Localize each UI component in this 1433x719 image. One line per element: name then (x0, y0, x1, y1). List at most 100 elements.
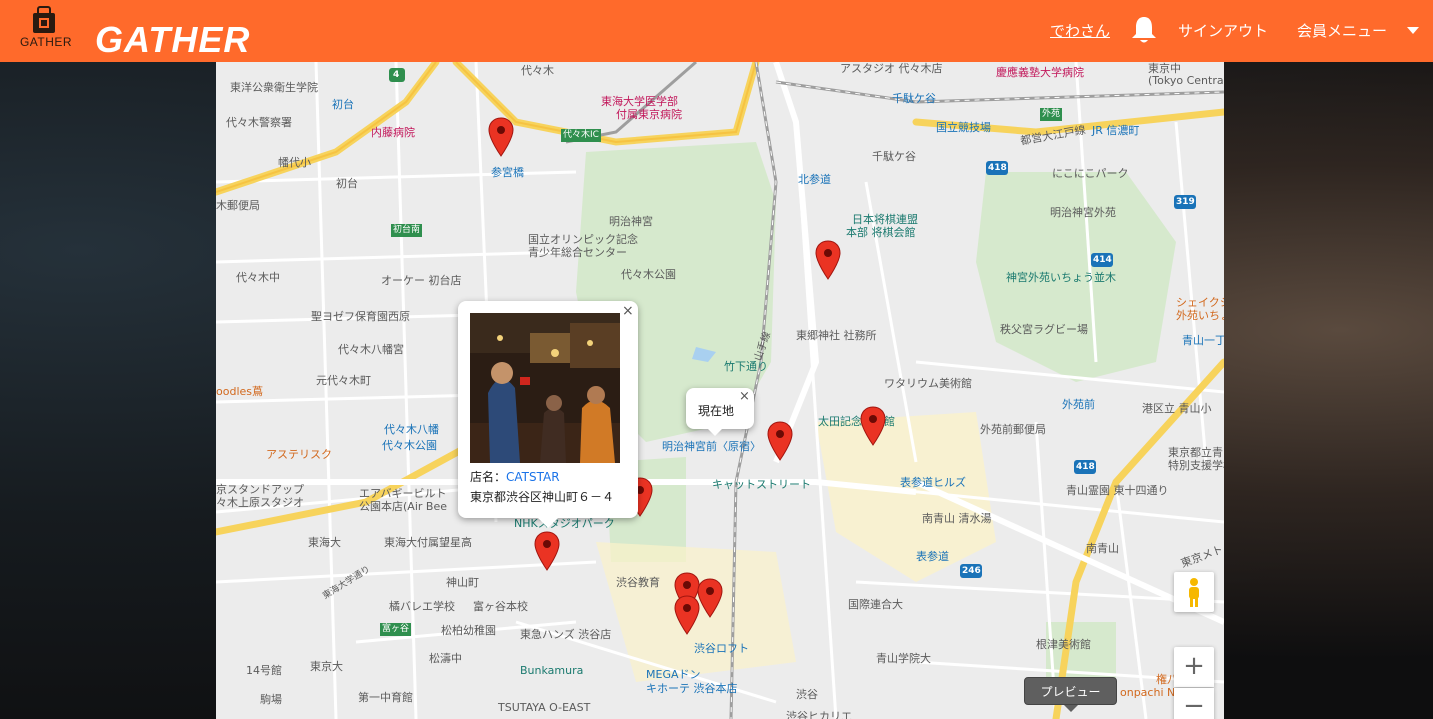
map-label: 代々木 (521, 64, 554, 77)
shop-info-window: × 店名：CATSTAR 東京都渋谷区神山町６－４ (458, 301, 638, 518)
map-label: 渋谷教育 (616, 576, 660, 589)
signout-link[interactable]: サインアウト (1178, 20, 1268, 41)
shop-name-label: 店名： (470, 470, 507, 484)
map-label: 渋谷 (796, 688, 818, 701)
map-label: 青少年総合センター (528, 246, 627, 259)
map-label: 千駄ケ谷 (892, 92, 936, 105)
brand-title[interactable]: GATHER (95, 20, 250, 60)
map-label: アステリスク (266, 448, 332, 461)
map-label: 外苑前 (1062, 398, 1095, 411)
map-label: 聖ヨゼフ保育園西原 (311, 310, 410, 323)
shop-marker[interactable] (860, 406, 886, 446)
map-label: 代々木中 (236, 271, 280, 284)
map-label: シェイクシ (1176, 296, 1224, 309)
map-label: onpachi N (1120, 686, 1176, 699)
map-label: 外苑いちょ (1176, 309, 1224, 322)
map-label: 第一中育館 (358, 691, 413, 704)
chevron-down-icon[interactable] (1407, 27, 1419, 34)
map-label: 駒場 (260, 693, 282, 706)
map-label: 参宮橋 (491, 166, 524, 179)
shop-marker[interactable] (534, 531, 560, 571)
map-label: 国立オリンピック記念 (528, 233, 638, 246)
shop-marker[interactable] (767, 421, 793, 461)
shop-marker[interactable] (488, 117, 514, 157)
map-label: 神宮外苑いちょう並木 (1006, 271, 1116, 284)
map-label: 代々木警察署 (226, 116, 292, 129)
map-label: キホーテ 渋谷本店 (646, 682, 738, 695)
user-name-link[interactable]: でわさん (1050, 20, 1110, 41)
close-icon[interactable]: × (739, 390, 750, 404)
map-label: 初台 (336, 177, 358, 190)
map-label: 幡代小 (278, 156, 311, 169)
shop-name-line: 店名：CATSTAR (470, 468, 560, 485)
map-label: 東海大学医学部 (601, 95, 678, 108)
map-label: 明治神宮外苑 (1050, 206, 1116, 219)
map-label: 表参道 (916, 550, 949, 563)
map-label: 東急ハンズ 渋谷店 (520, 628, 612, 641)
map-label: 東京都立青山 (1168, 446, 1224, 459)
map-label: 々木上原スタジオ (216, 496, 304, 509)
map-label: 南青山 清水湯 (922, 512, 992, 525)
map-label: 東海大付属望星高 (384, 536, 472, 549)
site-logo[interactable]: GATHER (18, 4, 74, 56)
map-label: 橘バレエ学校 (389, 600, 455, 613)
map-label: 東郷神社 社務所 (796, 329, 877, 342)
map-label: 国際連合大 (848, 598, 903, 611)
map-label: NHKスタジオパーク (514, 517, 615, 530)
shop-marker[interactable] (697, 578, 723, 618)
map-label: 日本将棋連盟 (852, 213, 918, 226)
shop-photo[interactable] (470, 313, 620, 463)
map-label: 明治神宮前〈原宿〉 (662, 440, 761, 453)
map-label: 根津美術館 (1036, 638, 1091, 651)
bell-icon[interactable] (1130, 15, 1158, 45)
map-label: キャットストリート (712, 478, 811, 491)
map-label: 明治神宮 (609, 215, 653, 228)
map-label: 青山学院大 (876, 652, 931, 665)
map-label: ワタリウム美術館 (884, 377, 972, 390)
map-label: アスタジオ 代々木店 (840, 62, 943, 75)
map-label: 富ヶ谷 (380, 623, 412, 636)
route-319: 319 (1176, 197, 1195, 207)
map-label: 付属東京病院 (616, 108, 682, 121)
map-label: 港区立 青山小 (1142, 402, 1212, 415)
member-menu-link[interactable]: 会員メニュー (1297, 20, 1387, 41)
shop-address: 東京都渋谷区神山町６－４ (470, 490, 615, 504)
map-label: 木郵便局 (216, 199, 260, 212)
map-label: 北参道 (798, 173, 831, 186)
map-label: 代々木公園 (382, 439, 437, 452)
street-view-pegman-button[interactable] (1174, 572, 1214, 612)
map-label: MEGAドン (646, 668, 701, 681)
map-label: 松濤中 (429, 652, 462, 665)
top-navbar: GATHER GATHER でわさん サインアウト 会員メニュー (0, 0, 1433, 62)
map-label: 慶應義塾大学病院 (996, 66, 1084, 79)
map-label: 14号館 (246, 664, 282, 677)
route-4: 4 (393, 70, 400, 80)
route-246: 246 (962, 566, 981, 576)
google-map[interactable]: 4 418 418 319 414 246 東洋公衆衛生学院 初台 代々木 東海… (216, 62, 1224, 719)
current-location-text: 現在地 (698, 404, 735, 418)
map-label: にこにこパーク (1052, 167, 1129, 180)
map-label: 代々木八幡宮 (338, 343, 404, 356)
map-label: 代々木八幡 (384, 423, 439, 436)
logo-mug-icon (33, 6, 55, 33)
bar-photo-image (470, 313, 620, 463)
route-414: 414 (1093, 255, 1112, 265)
shop-info-window-tail (538, 518, 558, 528)
logo-text: GATHER (19, 35, 73, 49)
map-label: エアバギービルト (359, 487, 447, 500)
shop-marker[interactable] (815, 240, 841, 280)
shop-marker[interactable] (674, 595, 700, 635)
map-label: オーケー 初台店 (381, 274, 462, 287)
map-label: 本部 将棋会館 (846, 226, 916, 239)
map-label: 特別支援学校 (1168, 459, 1224, 472)
map-label: 公園本店(Air Bee (359, 500, 447, 513)
close-icon[interactable]: × (622, 304, 634, 318)
map-label: 秩父宮ラグビー場 (1000, 323, 1088, 336)
shop-name-link[interactable]: CATSTAR (506, 470, 560, 484)
route-418-north: 418 (988, 163, 1007, 173)
zoom-out-button[interactable]: − (1174, 688, 1214, 719)
current-location-info-window: × 現在地 (686, 388, 754, 429)
map-label: 東洋公衆衛生学院 (230, 81, 318, 94)
zoom-in-button[interactable]: + (1174, 647, 1214, 687)
map-label: 千駄ケ谷 (872, 150, 916, 163)
